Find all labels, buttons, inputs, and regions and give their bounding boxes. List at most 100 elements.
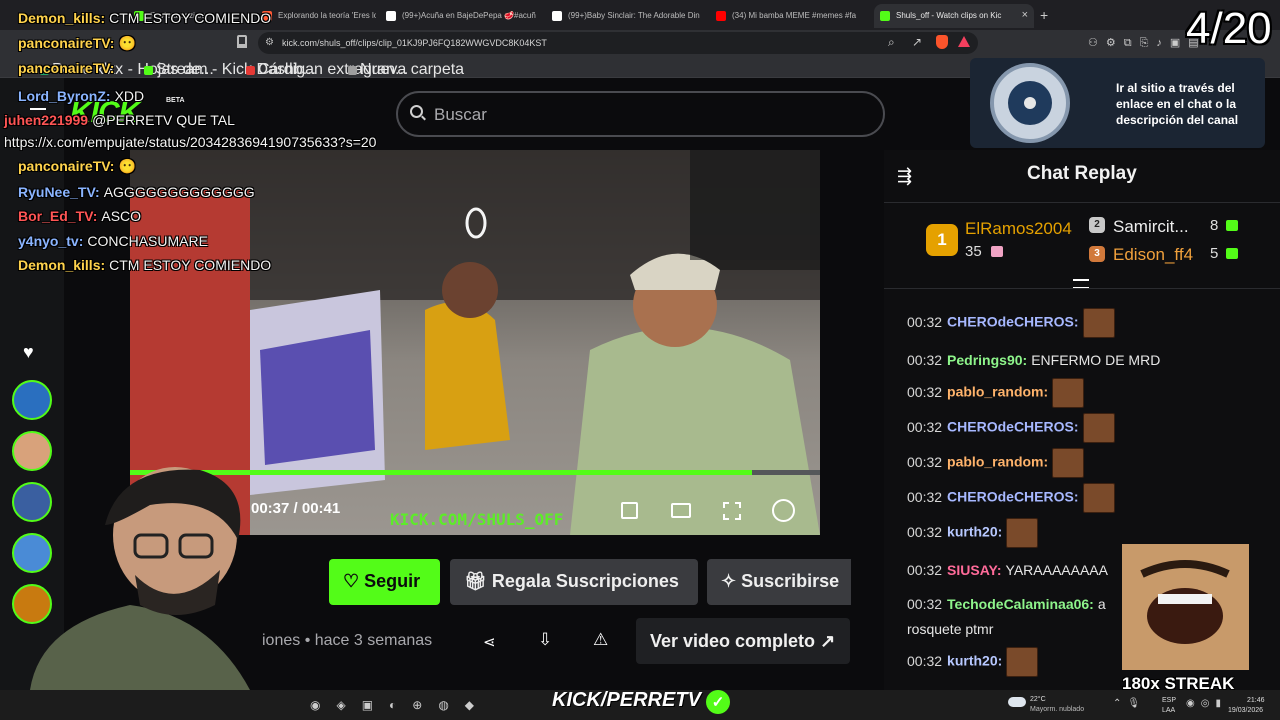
taskbar-app-icons[interactable]: ◉◈▣◐⊕◍◆: [310, 698, 490, 712]
clock-time[interactable]: 21:46: [1247, 697, 1265, 704]
chat-message: 00:32 Pedrings90: ENFERMO DE MRD: [907, 352, 1160, 368]
chat-username[interactable]: pablo_random:: [947, 454, 1048, 470]
watch-full-video-button[interactable]: Ver video completo ↗: [636, 618, 850, 664]
chat-message: rosquete ptmr: [907, 621, 993, 637]
overlay-chat-line: Bor_Ed_TV: ASCO: [18, 208, 141, 224]
bookmark-icon: [144, 66, 153, 75]
theater-mode-icon[interactable]: [671, 503, 691, 518]
subscribe-button[interactable]: ✧ Suscribirse: [707, 559, 851, 605]
weather-desc: Mayorm. nublado: [1030, 706, 1085, 713]
site-info-icon[interactable]: ⚙: [265, 37, 274, 48]
zoom-icon[interactable]: ⌕: [888, 35, 895, 50]
overlay-chat-username: panconaireTV:: [18, 158, 115, 174]
bookmark-item[interactable]: Nueva carpeta: [348, 61, 464, 79]
webcam-overlay: [10, 465, 310, 690]
download-icon[interactable]: ⇩: [538, 630, 552, 650]
chat-timestamp: 00:32: [907, 383, 943, 400]
emote-icon: [1082, 413, 1115, 443]
chat-text: YARAAAAAAAA: [1005, 562, 1108, 578]
brave-shield-icon[interactable]: [936, 35, 948, 49]
pip-icon[interactable]: [621, 502, 638, 519]
input-language[interactable]: ESP: [1162, 697, 1176, 704]
autoplay-icon[interactable]: [772, 499, 795, 522]
tray-wifi-sound[interactable]: ◉◎▮: [1186, 698, 1227, 709]
system-tray-icons[interactable]: ⌃🎙︎: [1113, 698, 1146, 709]
chat-divider: [884, 202, 1280, 203]
subscribe-label: Suscribirse: [741, 571, 840, 591]
chat-username[interactable]: kurth20:: [947, 653, 1002, 669]
full-video-label: Ver video completo: [650, 631, 816, 651]
overlay-chat-line: Demon_kills: CTM ESTOY COMIENDO: [18, 257, 271, 273]
browser-tab[interactable]: (99+)Baby Sinclair: The Adorable Din: [546, 4, 706, 28]
overlay-chat-text: AGGGGGGGGGGGGG: [103, 184, 255, 200]
tab-label: (34) Mi bamba MEME #memes #fa: [732, 11, 857, 20]
chat-username[interactable]: Pedrings90:: [947, 352, 1027, 368]
overlay-chat-text: 😶: [118, 158, 136, 174]
leader-name[interactable]: Samircit...: [1113, 217, 1189, 237]
bookmark-icon: [246, 66, 255, 75]
followed-channel-avatar[interactable]: [12, 380, 52, 420]
emote-icon: [1082, 483, 1115, 513]
chat-message: 00:32 TechodeCalaminaa06: a: [907, 596, 1106, 612]
report-icon[interactable]: ⚠: [593, 630, 608, 650]
url-field[interactable]: kick.com/shuls_off/clips/clip_01KJ9PJ6FQ…: [258, 32, 978, 54]
tab-favicon-icon: [386, 11, 396, 21]
browser-tab[interactable]: Explorando la teoría 'Eres lo qu: [256, 4, 376, 28]
browser-tab[interactable]: Shuls_off - Watch clips on Kic ×: [874, 4, 1034, 28]
bookmark-label: Nueva carpeta: [360, 61, 465, 78]
overlay-chat-text: ASCO: [101, 208, 142, 224]
gift-subs-button[interactable]: 🎁︎ Regala Suscripciones: [450, 559, 698, 605]
chat-username[interactable]: CHEROdeCHEROS:: [947, 314, 1078, 330]
weather-temp: 22°C: [1030, 696, 1046, 703]
webcam-graphic: [30, 467, 250, 690]
chat-username[interactable]: CHEROdeCHEROS:: [947, 489, 1078, 505]
chat-message: 00:32 pablo_random:: [907, 448, 1085, 478]
chat-username[interactable]: CHEROdeCHEROS:: [947, 419, 1078, 435]
reload-icon[interactable]: [237, 35, 247, 48]
browser-tab[interactable]: (34) Mi bamba MEME #memes #fa: [710, 4, 870, 28]
chat-timestamp: 00:32: [907, 418, 943, 435]
tab-favicon-icon: [552, 11, 562, 21]
follow-heart-icon[interactable]: ♥: [23, 342, 34, 363]
new-tab-button[interactable]: +: [1040, 7, 1048, 23]
overlay-chat-text: 😶: [118, 35, 136, 51]
chat-message: 00:32 SIUSAY: YARAAAAAAAA: [907, 562, 1108, 578]
chat-username[interactable]: SIUSAY:: [947, 562, 1001, 578]
chat-username[interactable]: TechodeCalaminaa06:: [947, 596, 1094, 612]
chat-timestamp: 00:32: [907, 352, 943, 368]
overlay-chat-text: CONCHASUMARE: [87, 233, 208, 249]
overlay-chat-text: CTM ESTOY COMIENDO: [109, 257, 272, 273]
chat-text: rosquete ptmr: [907, 621, 994, 637]
gift-icon: [991, 246, 1003, 257]
tab-label: Shuls_off - Watch clips on Kic: [896, 11, 1002, 20]
chat-username[interactable]: pablo_random:: [947, 384, 1048, 400]
overlay-chat-text: https://x.com/empujate/status/2034283694…: [4, 134, 377, 150]
meme-face-graphic: [1122, 544, 1249, 670]
overlay-chat-username: juhen221999: [4, 112, 89, 128]
tab-favicon-icon: [716, 11, 726, 21]
chat-timestamp: 00:32: [907, 596, 943, 612]
roulette-graphic: [990, 63, 1070, 143]
rewards-icon[interactable]: [958, 36, 970, 47]
tab-label: Explorando la teoría 'Eres lo qu: [278, 11, 376, 20]
input-language-2[interactable]: LAA: [1162, 707, 1175, 714]
chat-message: 00:32 CHEROdeCHEROS:: [907, 413, 1115, 443]
clock-date[interactable]: 19/03/2026: [1228, 707, 1263, 714]
overlay-chat-username: Bor_Ed_TV:: [18, 208, 98, 224]
chat-username[interactable]: kurth20:: [947, 524, 1002, 540]
overlay-chat-text: CTM ESTOY COMIENDO: [109, 10, 272, 26]
browser-tab[interactable]: (99+)Acuña en BajeDePepa 🥩#acuñ: [380, 4, 542, 28]
share-icon[interactable]: ↗: [912, 35, 922, 49]
collapse-chat-icon[interactable]: ⇶: [897, 166, 912, 187]
leader-count: 8: [1210, 217, 1219, 234]
fullscreen-icon[interactable]: [723, 502, 741, 520]
leader-name[interactable]: ElRamos2004: [965, 219, 1072, 239]
leader-name[interactable]: Edison_ff4: [1113, 245, 1193, 265]
close-tab-icon[interactable]: ×: [1022, 9, 1028, 21]
tab-label: (99+)Baby Sinclair: The Adorable Din: [568, 11, 700, 20]
overlay-chat-username: y4nyo_tv:: [18, 233, 84, 249]
sparkle-icon: ✧: [721, 571, 742, 591]
share-icon[interactable]: ⋖: [483, 633, 496, 651]
follow-button[interactable]: ♡ Seguir: [329, 559, 440, 605]
chat-text: a: [1097, 596, 1106, 612]
